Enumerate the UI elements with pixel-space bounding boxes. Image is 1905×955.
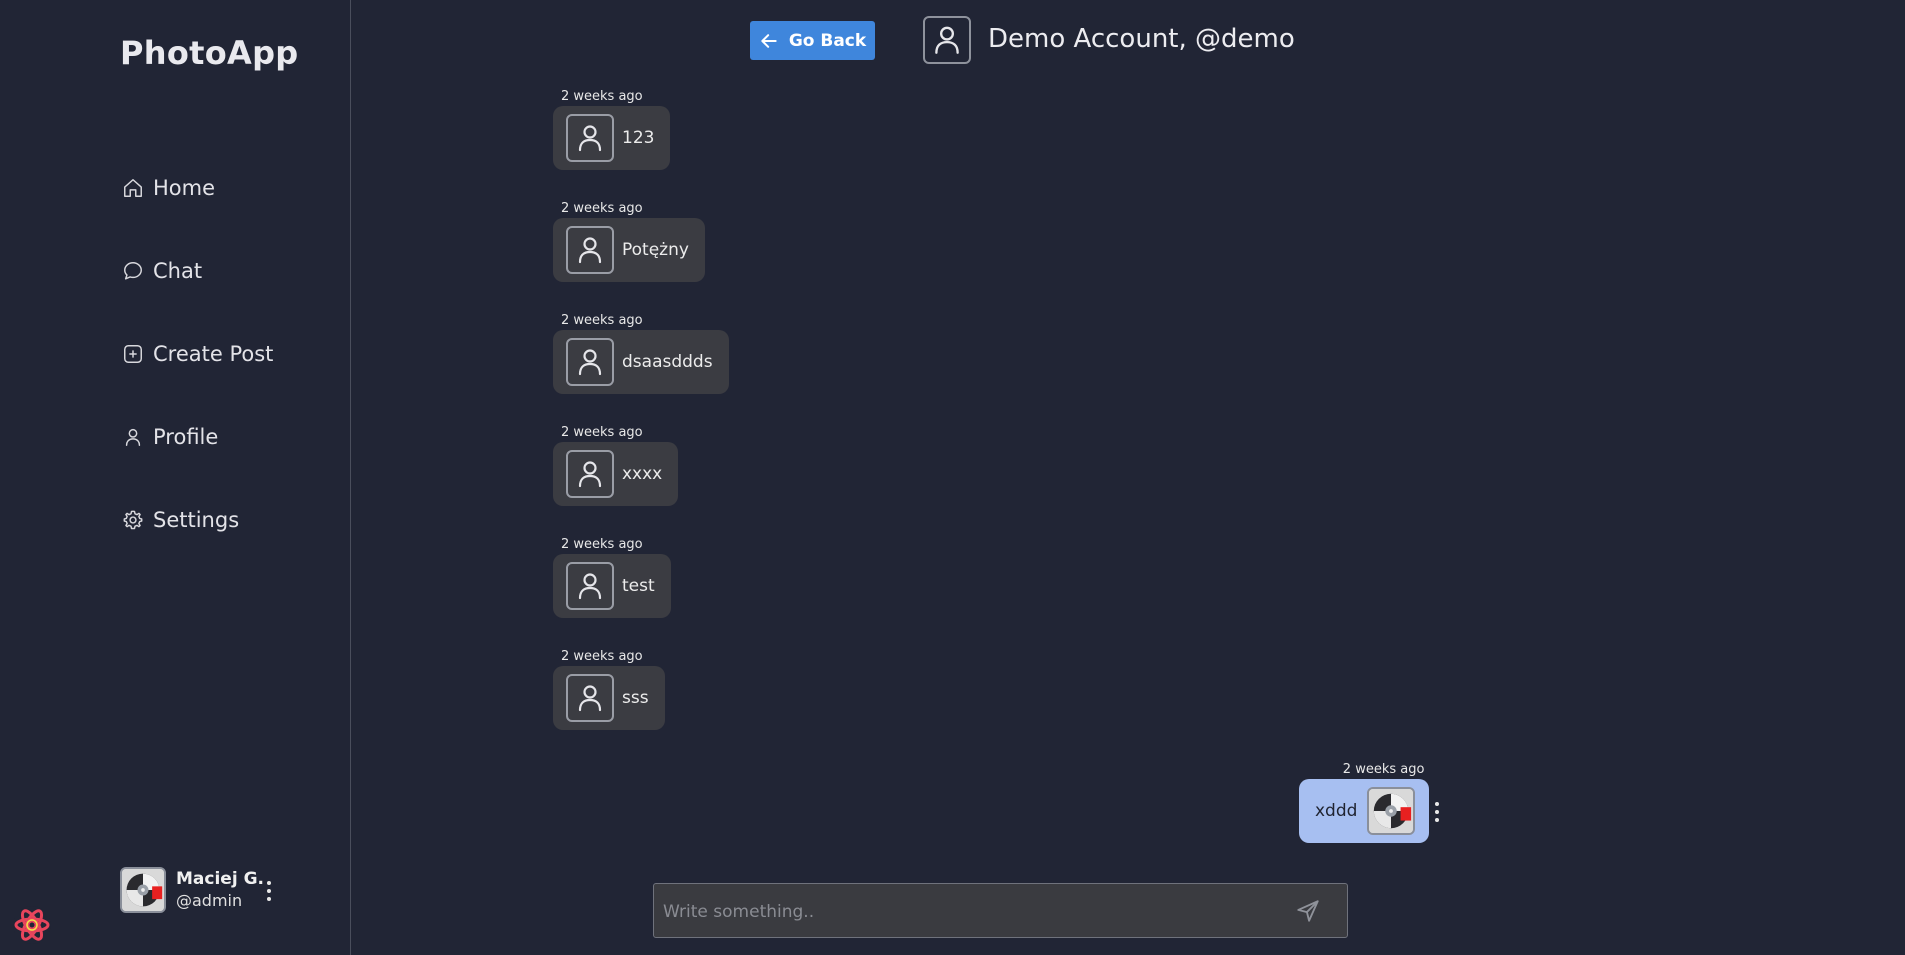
message-timestamp: 2 weeks ago — [561, 537, 643, 552]
current-user-card[interactable]: Maciej G. @admin — [120, 867, 264, 913]
message-timestamp: 2 weeks ago — [561, 425, 643, 440]
message-timestamp: 2 weeks ago — [561, 313, 643, 328]
user-placeholder-icon — [578, 349, 602, 376]
message-item: 2 weeks ago sss — [553, 649, 665, 730]
sidebar-item-home[interactable]: Home — [122, 146, 273, 229]
user-text: Maciej G. @admin — [176, 868, 264, 912]
sidebar-item-label: Create Post — [153, 341, 274, 366]
sidebar-item-profile[interactable]: Profile — [122, 395, 273, 478]
message-text: test — [622, 576, 655, 596]
user-placeholder-icon — [578, 125, 602, 152]
sender-avatar — [566, 338, 614, 386]
user-placeholder-icon — [578, 685, 602, 712]
react-logo-icon[interactable] — [12, 905, 52, 945]
plus-square-icon — [124, 344, 142, 363]
arrow-left-icon — [761, 33, 777, 48]
sidebar-item-label: Profile — [153, 424, 219, 449]
chat-bubble-icon — [124, 261, 142, 280]
own-message-bubble[interactable]: xddd — [1299, 779, 1430, 843]
user-handle: @admin — [176, 891, 243, 910]
message-bubble[interactable]: xxxx — [553, 442, 679, 506]
own-message-item: 2 weeks ago xddd — [1299, 762, 1430, 843]
avatar — [120, 867, 166, 913]
message-item: 2 weeks ago dsaasddds — [553, 313, 729, 394]
user-placeholder-icon — [935, 26, 959, 54]
sender-avatar — [566, 562, 614, 610]
message-input[interactable] — [654, 884, 1285, 939]
message-item: 2 weeks ago 123 — [553, 89, 671, 170]
message-text: 123 — [622, 128, 655, 148]
message-text: xddd — [1315, 801, 1358, 821]
sidebar-item-label: Settings — [153, 507, 240, 532]
message-text: Potężny — [622, 240, 689, 260]
go-back-button[interactable]: Go Back — [750, 21, 875, 60]
home-icon — [124, 178, 142, 197]
app-brand[interactable]: PhotoApp — [120, 34, 298, 72]
message-timestamp: 2 weeks ago — [1342, 762, 1425, 777]
user-name: Maciej G. — [176, 869, 264, 889]
message-text: sss — [622, 688, 649, 708]
message-options-kebab-icon[interactable] — [1430, 797, 1444, 827]
message-text: dsaasddds — [622, 352, 713, 372]
chat-partner-avatar[interactable] — [923, 16, 971, 64]
sender-avatar — [566, 450, 614, 498]
message-timestamp: 2 weeks ago — [561, 89, 643, 104]
message-bubble[interactable]: test — [553, 554, 671, 618]
message-timestamp: 2 weeks ago — [561, 649, 643, 664]
sidebar: PhotoApp Home Chat Create Post Profile S… — [0, 0, 351, 955]
message-bubble[interactable]: dsaasddds — [553, 330, 729, 394]
sender-avatar — [566, 226, 614, 274]
go-back-label: Go Back — [788, 30, 867, 51]
message-text: xxxx — [622, 464, 663, 484]
message-item: 2 weeks ago Potężny — [553, 201, 705, 282]
sidebar-item-label: Chat — [153, 258, 203, 283]
sender-avatar — [566, 674, 614, 722]
message-item: 2 weeks ago test — [553, 537, 671, 618]
user-placeholder-icon — [578, 461, 602, 488]
sidebar-nav: Home Chat Create Post Profile Settings — [122, 146, 273, 561]
send-icon[interactable] — [1295, 898, 1321, 924]
sidebar-item-label: Home — [153, 175, 216, 200]
disc-avatar-image — [122, 869, 164, 911]
chat-partner-title: Demo Account, @demo — [988, 24, 1295, 54]
message-bubble[interactable]: sss — [553, 666, 665, 730]
user-placeholder-icon — [578, 237, 602, 264]
sender-avatar — [566, 114, 614, 162]
sidebar-item-settings[interactable]: Settings — [122, 478, 273, 561]
user-icon — [125, 428, 141, 446]
sidebar-item-create-post[interactable]: Create Post — [122, 312, 273, 395]
message-item: 2 weeks ago xxxx — [553, 425, 679, 506]
message-composer — [653, 883, 1348, 939]
gear-icon — [123, 510, 143, 529]
user-placeholder-icon — [578, 573, 602, 600]
message-bubble[interactable]: Potężny — [553, 218, 705, 282]
sidebar-item-chat[interactable]: Chat — [122, 229, 273, 312]
avatar — [1367, 787, 1416, 835]
user-menu-kebab-icon[interactable] — [262, 876, 276, 906]
message-bubble[interactable]: 123 — [553, 106, 671, 170]
message-timestamp: 2 weeks ago — [561, 201, 643, 216]
disc-avatar-image — [1369, 789, 1414, 833]
